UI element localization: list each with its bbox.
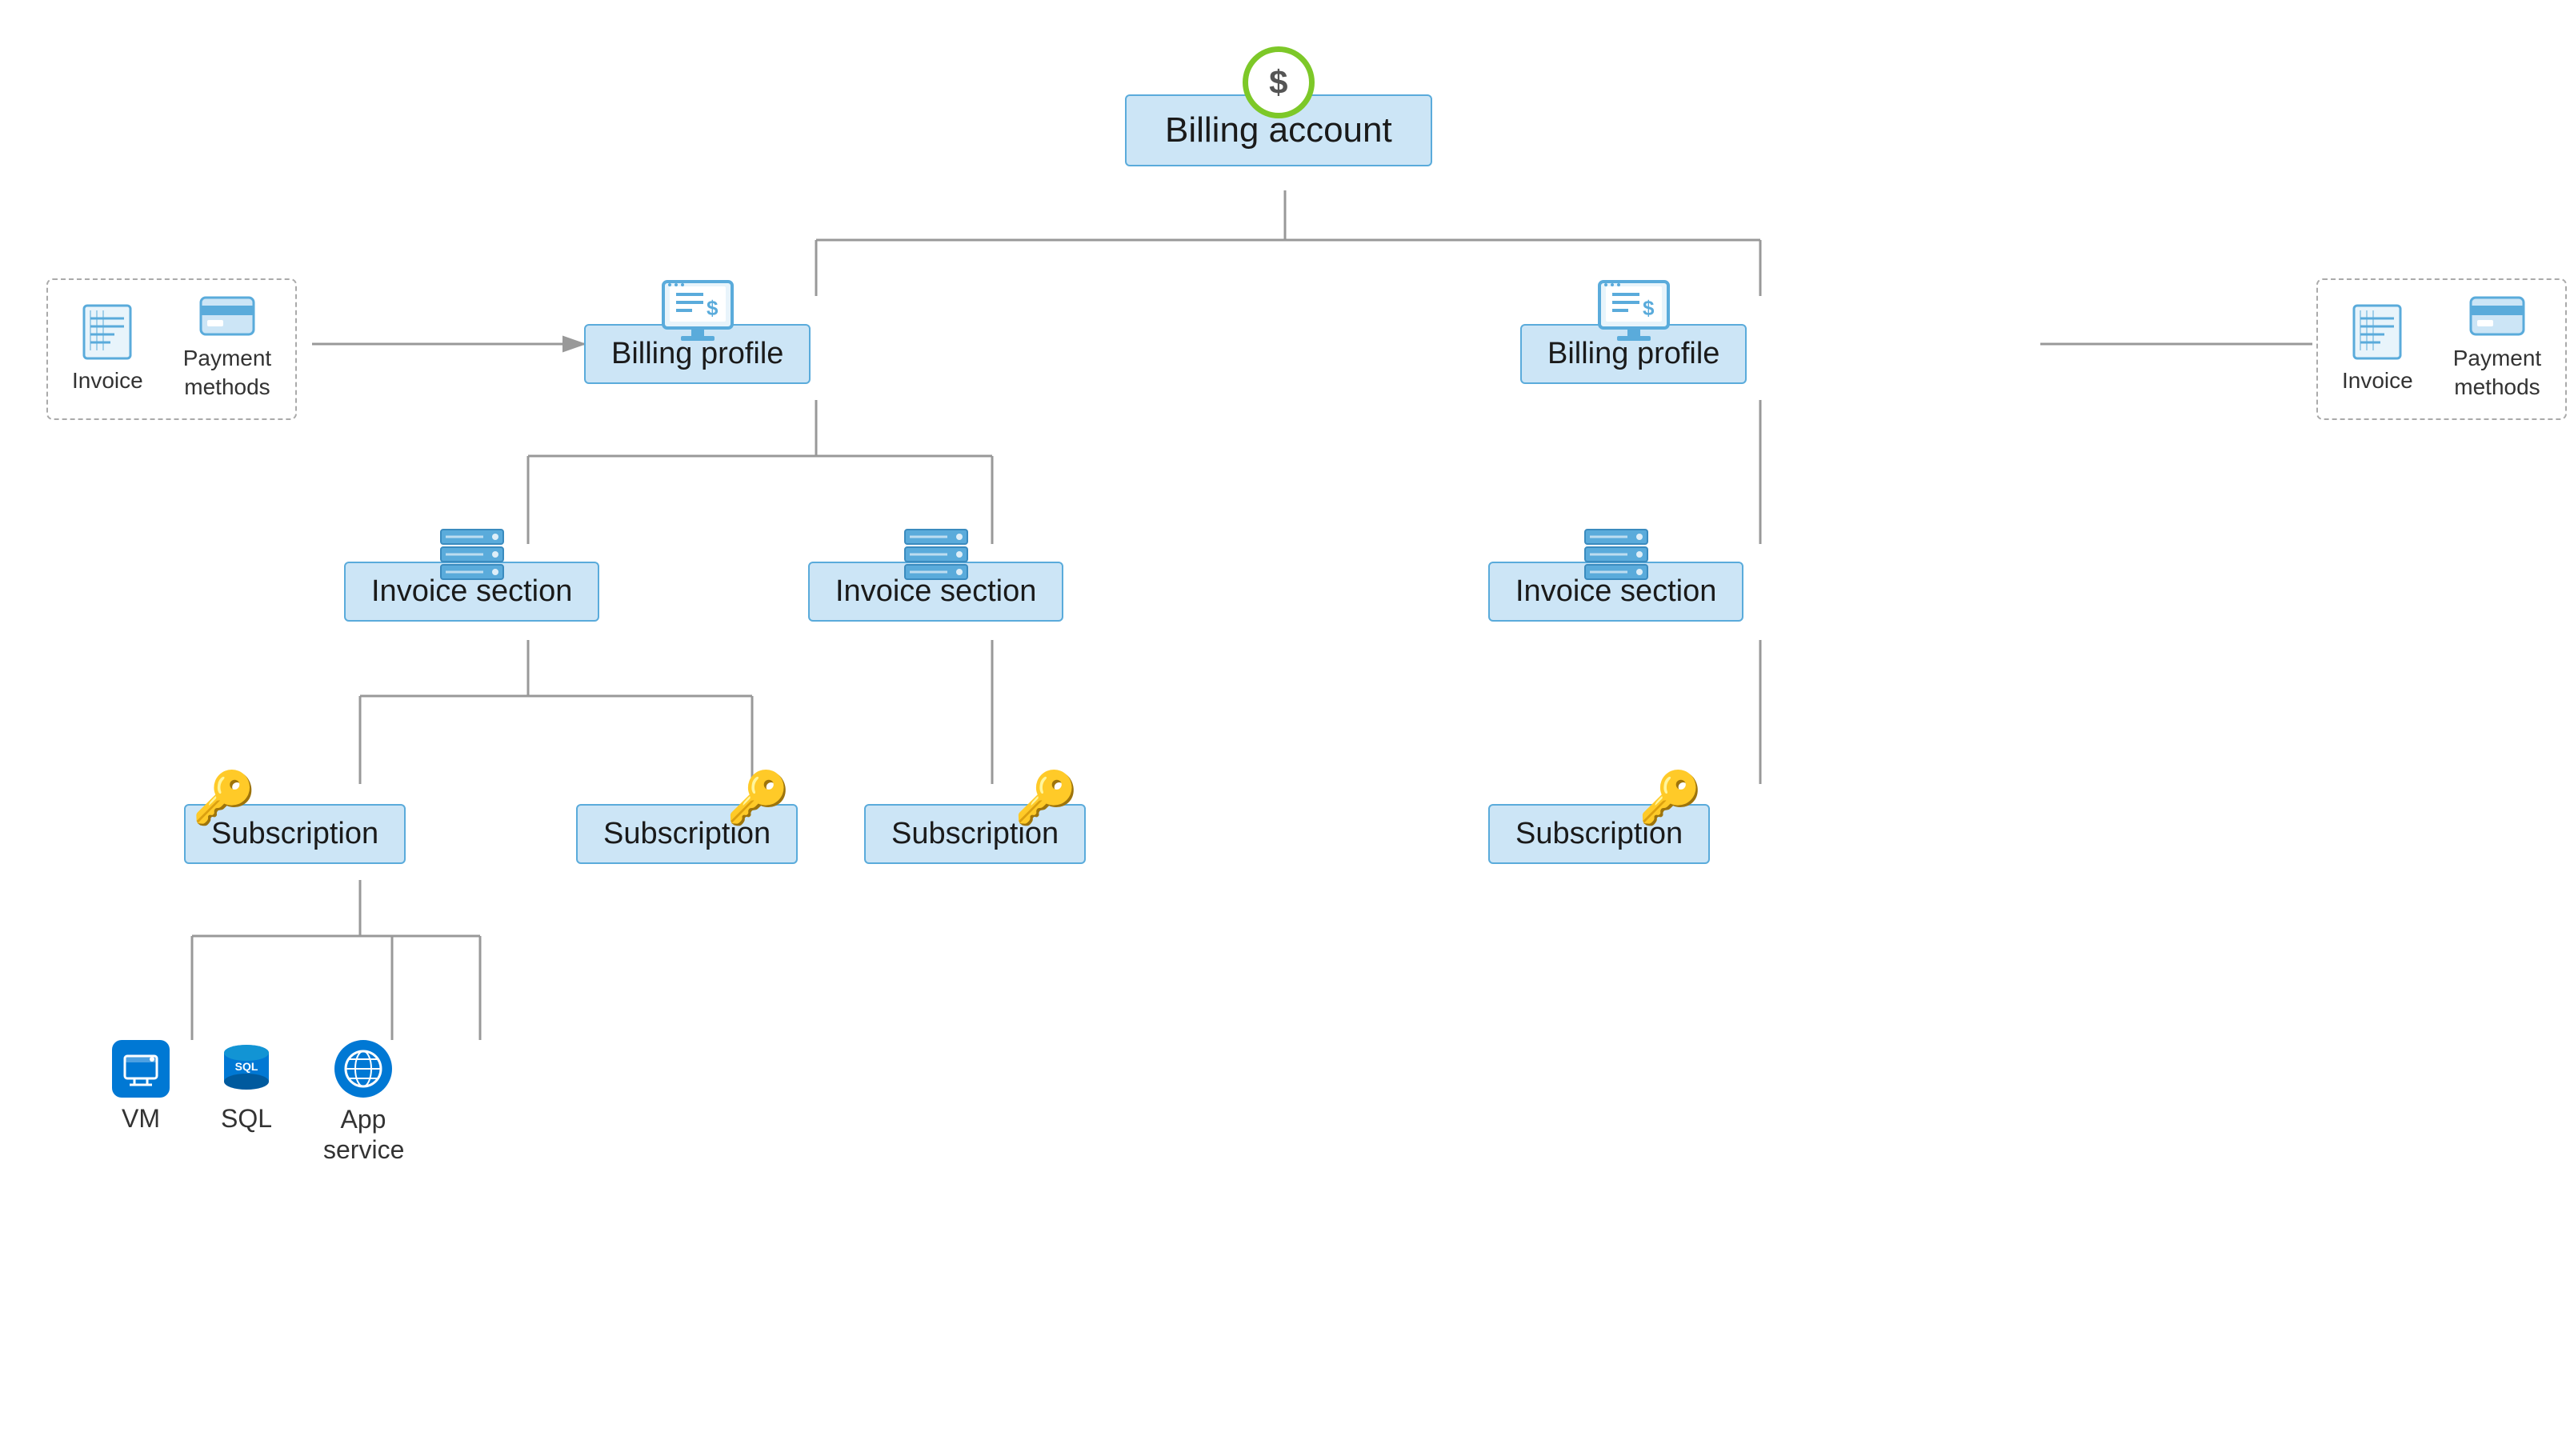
billing-account-node: $ Billing account <box>1125 46 1432 166</box>
billing-profile-right-node: $ Billing profile <box>1520 280 1747 384</box>
subscription-3-key-icon: 🔑 <box>864 768 1086 828</box>
subscription-1-key-icon: 🔑 <box>184 768 406 828</box>
invoice-section-3-node: Invoice section <box>1488 528 1743 622</box>
invoice-section-2-icon <box>903 528 969 584</box>
left-dashed-box: Invoice Paymentmethods <box>46 278 297 420</box>
app-service-icon <box>334 1040 392 1098</box>
subscription-2-key-icon: 🔑 <box>576 768 798 828</box>
resources-node: VM SQL SQL <box>112 1040 403 1166</box>
billing-profile-left-node: $ Billing profile <box>584 280 811 384</box>
right-dashed-box: Invoice Paymentmethods <box>2316 278 2567 420</box>
payment-methods-item-right: Paymentmethods <box>2453 296 2542 402</box>
svg-text:$: $ <box>707 296 719 320</box>
invoice-item-left: Invoice <box>72 304 143 394</box>
invoice-section-1-icon <box>439 528 505 584</box>
svg-text:SQL: SQL <box>235 1060 258 1073</box>
sql-icon: SQL <box>218 1040 275 1098</box>
app-service-resource: App service <box>323 1040 403 1166</box>
subscription-3-node: 🔑 Subscription <box>864 768 1086 864</box>
billing-profile-right-icon: $ <box>1598 280 1670 346</box>
subscription-2-node: 🔑 Subscription <box>576 768 798 864</box>
billing-profile-left-icon: $ <box>662 280 734 346</box>
diagram-container: $ Billing account $ <box>0 0 2570 1456</box>
vm-label: VM <box>122 1104 160 1134</box>
invoice-section-1-node: Invoice section <box>344 528 599 622</box>
subscription-1-node: 🔑 Subscription <box>184 768 406 864</box>
sql-label: SQL <box>221 1104 272 1134</box>
dollar-circle-icon: $ <box>1243 46 1315 118</box>
subscription-4-key-icon: 🔑 <box>1488 768 1710 828</box>
vm-resource: VM <box>112 1040 170 1134</box>
subscription-4-node: 🔑 Subscription <box>1488 768 1710 864</box>
payment-methods-label-left: Paymentmethods <box>183 344 272 402</box>
app-service-label: App service <box>323 1104 403 1166</box>
connector-lines <box>0 0 2570 1456</box>
invoice-label-right: Invoice <box>2342 368 2413 394</box>
vm-icon <box>112 1040 170 1098</box>
invoice-label-left: Invoice <box>72 368 143 394</box>
invoice-section-3-icon <box>1583 528 1649 584</box>
payment-methods-label-right: Paymentmethods <box>2453 344 2542 402</box>
invoice-item-right: Invoice <box>2342 304 2413 394</box>
payment-methods-item-left: Paymentmethods <box>183 296 272 402</box>
svg-text:$: $ <box>1643 296 1655 320</box>
invoice-section-2-node: Invoice section <box>808 528 1063 622</box>
sql-resource: SQL SQL <box>218 1040 275 1134</box>
